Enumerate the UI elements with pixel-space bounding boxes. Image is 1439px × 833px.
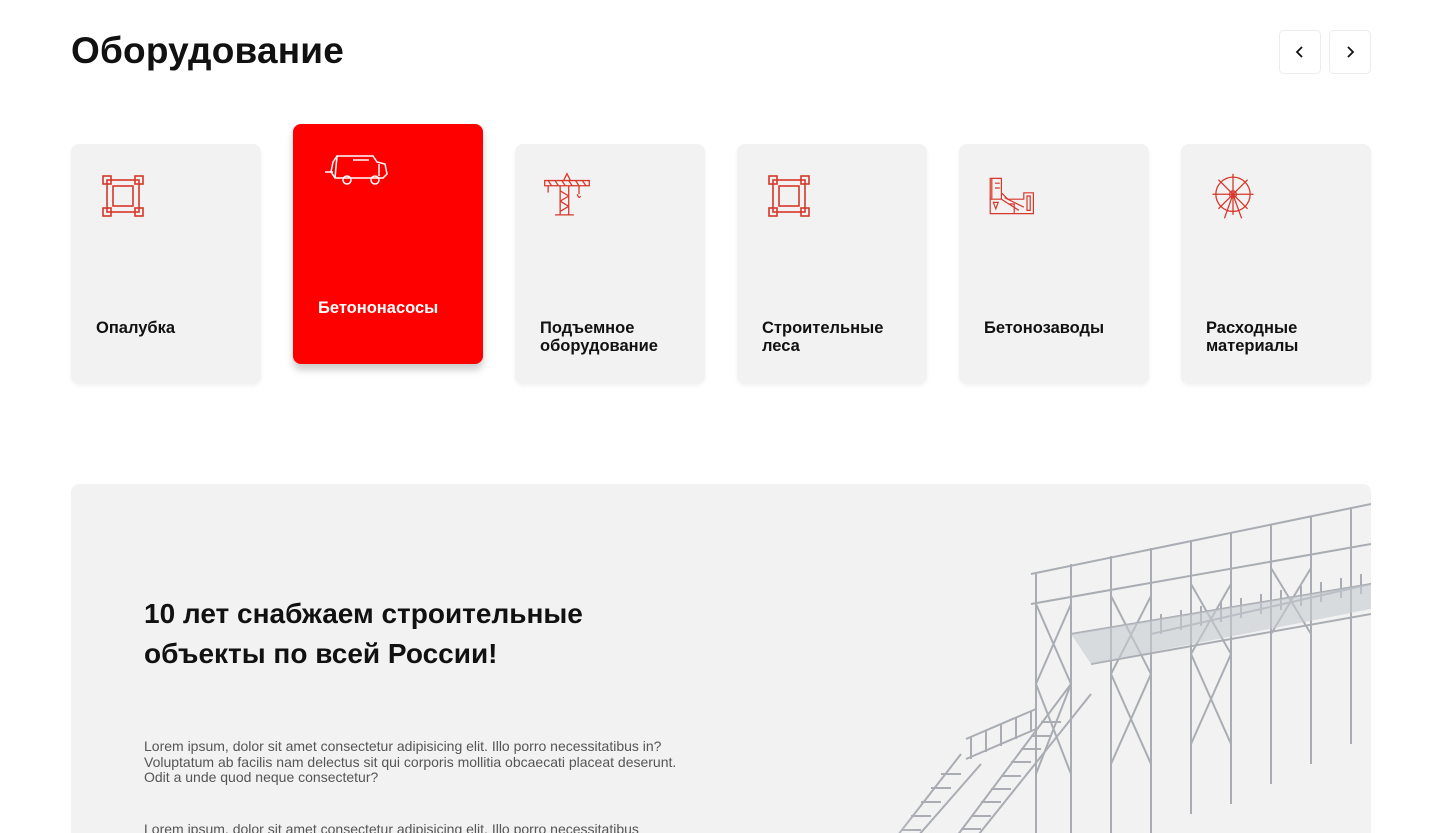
category-card-concrete-pumps[interactable]: Бетононасосы — [293, 124, 483, 364]
category-label: Подъемное оборудование — [540, 319, 658, 355]
category-label: Расходные материалы — [1206, 319, 1299, 355]
category-label: Опалубка — [96, 319, 176, 337]
concrete-plant-icon — [989, 177, 1034, 215]
scaffolding-bridge-image — [771, 484, 1371, 833]
equipment-page: Оборудование Опалубка Бетононасосы Подъе… — [0, 0, 1439, 833]
scaffolding-frame-icon — [768, 175, 810, 217]
next-button[interactable] — [1329, 30, 1371, 74]
category-card-scaffolding[interactable]: Строительные леса — [737, 144, 927, 384]
chevron-left-icon — [1295, 46, 1303, 58]
section-title: Оборудование — [71, 30, 344, 71]
concrete-pump-truck-icon — [325, 155, 388, 185]
banner-title: 10 лет снабжаем строительные объекты по … — [144, 598, 583, 669]
category-label: Бетонозаводы — [984, 319, 1105, 337]
formwork-frame-icon — [102, 175, 144, 217]
cutting-disc-icon — [1212, 173, 1254, 219]
tower-crane-icon — [544, 172, 590, 216]
category-card-lifting-equipment[interactable]: Подъемное оборудование — [515, 144, 705, 384]
banner-paragraph: Lorem ipsum, dolor sit amet consectetur … — [144, 738, 677, 785]
category-label: Строительные леса — [762, 319, 884, 355]
category-label: Бетононасосы — [318, 299, 439, 317]
category-card-consumables[interactable]: Расходные материалы — [1181, 144, 1371, 384]
chevron-right-icon — [1347, 46, 1355, 58]
prev-button[interactable] — [1279, 30, 1321, 74]
promo-banner: 10 лет снабжаем строительные объекты по … — [71, 484, 1371, 833]
category-card-concrete-plants[interactable]: Бетонозаводы — [959, 144, 1149, 384]
category-card-formwork[interactable]: Опалубка — [71, 144, 261, 384]
banner-paragraph: Lorem ipsum, dolor sit amet consectetur … — [144, 821, 639, 833]
